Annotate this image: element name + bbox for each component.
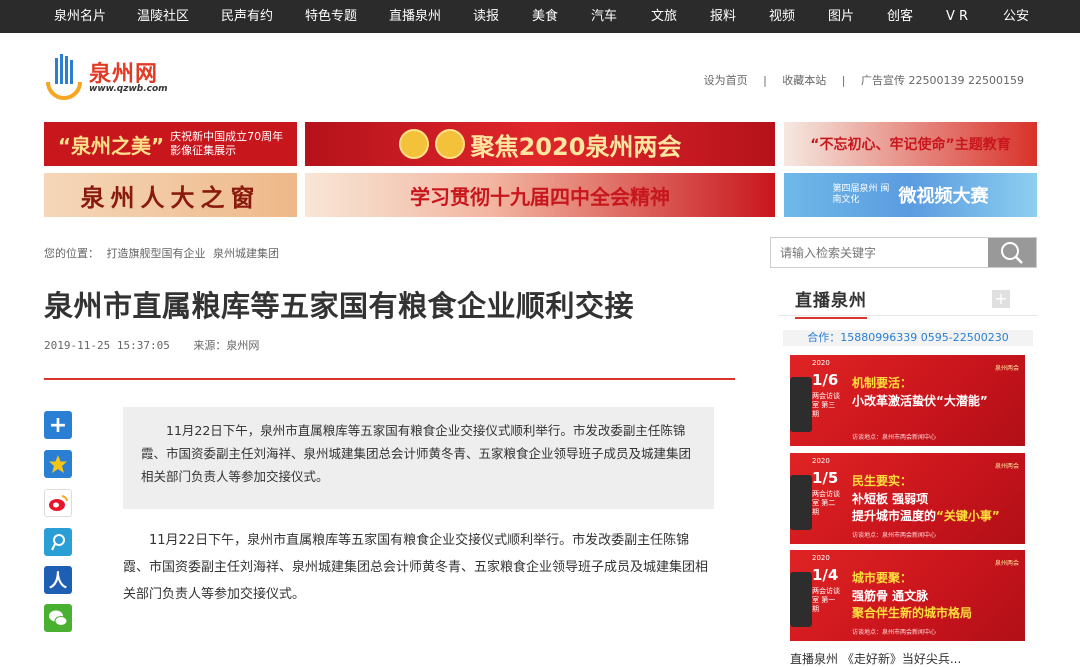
- nav-item-voice[interactable]: 民声有约: [221, 0, 273, 33]
- banner-micro-video[interactable]: 第四届泉州 闽南文化 微视频大赛: [784, 173, 1037, 217]
- breadcrumb: 您的位置： 打造旗舰型国有企业 泉州城建集团: [44, 245, 279, 261]
- set-homepage-link[interactable]: 设为首页: [704, 74, 748, 87]
- card-date: 1/5: [812, 469, 839, 487]
- nav-item-special[interactable]: 特色专题: [305, 0, 357, 33]
- nav-item-vr[interactable]: V R: [946, 0, 968, 33]
- search-button[interactable]: [988, 238, 1036, 267]
- banner-title: 学习贯彻十九届四中全会精神: [410, 184, 670, 209]
- card-footer: 访谈地点：泉州市两会新闻中心: [852, 434, 937, 441]
- ad-contact: 广告宣传 22500139 22500159: [861, 74, 1024, 87]
- card-tag: 泉州两会: [994, 463, 1019, 470]
- nav-item-photo[interactable]: 图片: [828, 0, 854, 33]
- logo-emblem-icon: [46, 54, 82, 100]
- banner-title: 泉州人大之窗: [80, 183, 261, 212]
- card-headline: 机制要活：: [852, 376, 913, 390]
- search-input[interactable]: [771, 238, 989, 267]
- national-emblem-icon: [398, 129, 429, 159]
- search-icon: [1001, 242, 1023, 264]
- card-year: 2020: [812, 359, 830, 367]
- separator: |: [763, 74, 767, 87]
- nav-item-police[interactable]: 公安: [1003, 0, 1029, 33]
- card-footer: 访谈地点：泉州市两会新闻中心: [852, 532, 937, 539]
- card-subheadline: 强筋骨 通文脉: [852, 589, 929, 603]
- banner-subtitle: 庆祝新中国成立70周年 影像征集展示: [170, 130, 284, 157]
- title-divider: [44, 378, 735, 380]
- qzone-icon[interactable]: [44, 450, 72, 478]
- wechat-icon[interactable]: [44, 604, 72, 632]
- card-subheadline-2: 聚合伴生新的城市格局: [852, 606, 973, 620]
- nav-item-travel[interactable]: 文旅: [651, 0, 677, 33]
- search-box: [770, 237, 1037, 268]
- separator: |: [841, 74, 846, 87]
- nav-item-video[interactable]: 视频: [769, 0, 795, 33]
- banner-theme-education[interactable]: “不忘初心、牢记使命”主题教育: [784, 122, 1037, 166]
- card-date: 1/6: [812, 371, 839, 389]
- breadcrumb-label: 您的位置：: [44, 247, 99, 260]
- live-card[interactable]: 2020 1/4 两会访谈室 第一期 泉州两会 城市要聚： 强筋骨 通文脉 聚合…: [790, 550, 1025, 641]
- banner-title: “泉州之美”: [57, 133, 165, 158]
- card-room: 两会访谈室 第二期: [812, 490, 840, 516]
- banner-qz-beauty[interactable]: “泉州之美” 庆祝新中国成立70周年 影像征集展示: [44, 122, 297, 166]
- cooperation-contact: 合作：15880996339 0595-22500230: [783, 330, 1033, 346]
- camera-icon: [790, 475, 812, 530]
- card-date: 1/4: [812, 566, 839, 584]
- site-logo[interactable]: 泉州网 www.qzwb.com: [44, 54, 174, 100]
- live-card[interactable]: 2020 1/6 两会访谈室 第三期 泉州两会 机制要活： 小改革激活蛰伏“大潜…: [790, 355, 1025, 446]
- nav-item-newspaper[interactable]: 读报: [473, 0, 499, 33]
- camera-icon: [790, 572, 812, 627]
- card-subheadline-2: 提升城市温度的“关键小事”: [852, 509, 1000, 523]
- header-links: 设为首页 | 收藏本站 | 广告宣传 22500139 22500159: [698, 72, 1030, 88]
- nav-item-report[interactable]: 报料: [710, 0, 736, 33]
- nav-item-food[interactable]: 美食: [532, 0, 558, 33]
- card-year: 2020: [812, 457, 830, 465]
- plus-share-icon[interactable]: +: [44, 411, 72, 439]
- card-headline: 民生要实：: [852, 474, 913, 488]
- breadcrumb-item-urban-group[interactable]: 泉州城建集团: [213, 247, 279, 260]
- card-subheadline: 小改革激活蛰伏“大潜能”: [852, 394, 988, 408]
- card-room: 两会访谈室 第三期: [812, 392, 840, 418]
- logo-url: www.qzwb.com: [89, 84, 168, 94]
- tencent-weibo-icon[interactable]: [44, 528, 72, 556]
- camera-icon: [790, 377, 812, 432]
- renren-icon[interactable]: 人: [44, 566, 72, 594]
- cppcc-emblem-icon: [434, 129, 465, 159]
- card-tag: 泉州两会: [994, 365, 1019, 372]
- banner-fourth-plenum[interactable]: 学习贯彻十九届四中全会精神: [305, 173, 775, 217]
- card-footer: 访谈地点：泉州市两会新闻中心: [852, 629, 937, 636]
- publish-time: 2019-11-25 15:37:05: [44, 339, 170, 352]
- nav-item-maker[interactable]: 创客: [887, 0, 913, 33]
- top-nav-bar: 泉州名片 温陵社区 民声有约 特色专题 直播泉州 读报 美食 汽车 文旅 报料 …: [0, 0, 1080, 33]
- breadcrumb-item-flagship[interactable]: 打造旗舰型国有企业: [107, 247, 206, 260]
- card-year: 2020: [812, 554, 830, 562]
- nav-item-qz-card[interactable]: 泉州名片: [54, 0, 106, 33]
- weibo-icon[interactable]: [44, 489, 72, 517]
- live-card[interactable]: 2020 1/5 两会访谈室 第二期 泉州两会 民生要实： 补短板 强弱项 提升…: [790, 453, 1025, 544]
- banner-title: 聚焦2020泉州两会: [470, 132, 682, 161]
- card-subheadline: 补短板 强弱项: [852, 492, 929, 506]
- banner-title: 微视频大赛: [898, 186, 989, 207]
- nav-item-live[interactable]: 直播泉州: [389, 0, 441, 33]
- nav-item-auto[interactable]: 汽车: [591, 0, 617, 33]
- article-source: 来源：泉州网: [193, 339, 260, 352]
- banner-two-sessions[interactable]: 聚焦2020泉州两会: [305, 122, 775, 166]
- card-room: 两会访谈室 第一期: [812, 587, 840, 613]
- bookmark-link[interactable]: 收藏本站: [782, 74, 826, 87]
- nav-item-community[interactable]: 温陵社区: [137, 0, 189, 33]
- card-headline: 城市要聚：: [852, 571, 913, 585]
- article-meta: 2019-11-25 15:37:05 来源：泉州网: [44, 337, 259, 353]
- article-summary: 11月22日下午，泉州市直属粮库等五家国有粮食企业交接仪式顺利举行。市发改委副主…: [123, 407, 714, 509]
- card-tag: 泉州两会: [994, 560, 1019, 567]
- banner-subtitle: 第四届泉州 闽南文化: [832, 184, 890, 205]
- expand-icon[interactable]: +: [992, 290, 1010, 308]
- article-body: 11月22日下午，泉州市直属粮库等五家国有粮食企业交接仪式顺利举行。市发改委副主…: [123, 533, 709, 602]
- banner-title: “不忘初心、牢记使命”主题教育: [810, 137, 1011, 153]
- article-title: 泉州市直属粮库等五家国有粮食企业顺利交接: [44, 289, 635, 323]
- banner-npc-window[interactable]: 泉州人大之窗: [44, 173, 297, 217]
- sidebar-tab-live[interactable]: 直播泉州: [795, 286, 867, 319]
